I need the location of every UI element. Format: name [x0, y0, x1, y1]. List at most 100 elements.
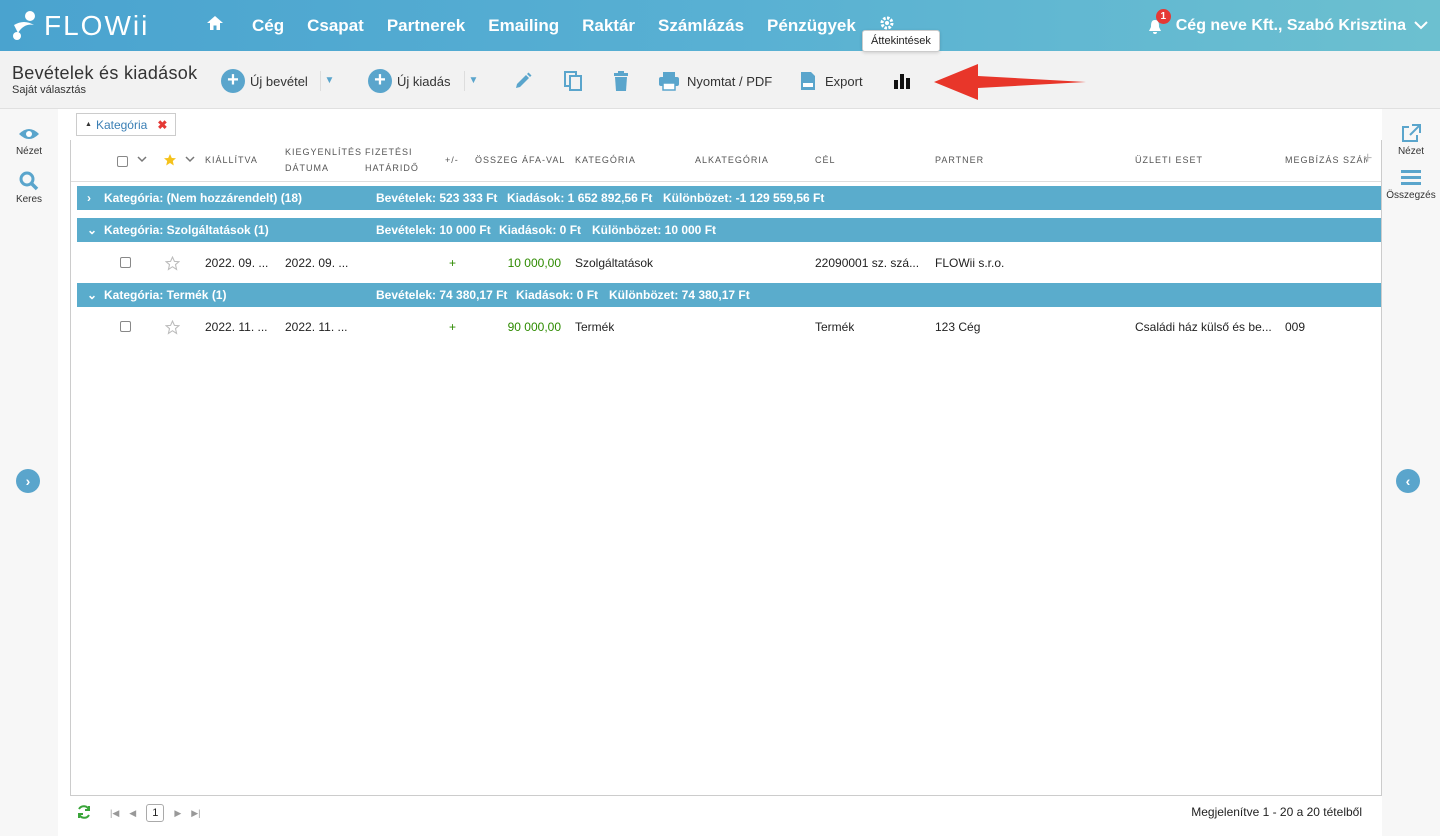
row-checkbox[interactable] — [120, 321, 131, 332]
col-settle-1[interactable]: Kiegyenlítés — [285, 145, 362, 160]
print-pdf-button[interactable]: Nyomtat / PDF — [658, 67, 772, 95]
cell-category: Szolgáltatások — [575, 256, 654, 270]
right-view-label: Nézet — [1397, 146, 1425, 157]
export-button[interactable]: Export — [800, 67, 863, 95]
chevron-down-icon[interactable] — [1414, 17, 1428, 35]
eye-icon — [19, 129, 39, 139]
nav-emailing[interactable]: Emailing — [488, 16, 559, 36]
records-summary: Megjelenítve 1 - 20 a 20 tételből — [1191, 805, 1362, 819]
cell-order: 009 — [1285, 320, 1306, 334]
external-link-icon — [1402, 124, 1421, 142]
table-row[interactable]: 2022. 09. ... 2022. 09. ... + 10 000,00 … — [71, 243, 1381, 283]
first-page-icon[interactable]: |◀ — [110, 808, 119, 819]
sort-asc-icon: ▲ — [85, 121, 92, 128]
delete-button[interactable] — [612, 67, 630, 95]
search-toggle[interactable]: Keres — [0, 171, 58, 205]
expand-right-icon[interactable]: ‹ — [1396, 469, 1420, 493]
cell-settle: 2022. 11. ... — [285, 320, 348, 334]
col-due-1[interactable]: Fizetési — [365, 145, 413, 160]
col-issued[interactable]: Kiállítva — [205, 153, 258, 168]
cell-goal: 22090001 sz. szá... — [815, 256, 919, 270]
table-row[interactable]: 2022. 11. ... 2022. 11. ... + 90 000,00 … — [71, 307, 1381, 347]
group-income: Bevételek: 74 380,17 Ft — [376, 288, 508, 302]
chevron-down-icon[interactable] — [185, 153, 195, 168]
new-income-label: Új bevétel — [250, 73, 308, 89]
edit-button[interactable] — [513, 67, 533, 95]
new-income-dropdown[interactable]: ▼ — [320, 71, 338, 91]
category-group-chip[interactable]: ▲ Kategória ✖ — [76, 113, 177, 136]
new-income-button[interactable]: + Új bevétel — [221, 67, 308, 95]
bar-chart-icon — [894, 74, 910, 89]
flowii-logo[interactable]: FLOWii — [12, 10, 149, 42]
nav-szamlazas[interactable]: Számlázás — [658, 16, 744, 36]
user-menu[interactable]: 1 Cég neve Kft., Szabó Krisztina — [1148, 0, 1428, 51]
last-page-icon[interactable]: ▶| — [191, 808, 200, 819]
group-title: Kategória: Szolgáltatások (1) — [104, 223, 269, 237]
cell-issued: 2022. 11. ... — [205, 320, 268, 334]
col-business-case[interactable]: Üzleti eset — [1135, 153, 1203, 168]
prev-page-icon[interactable]: ◀ — [129, 808, 136, 819]
group-diff: Különbözet: 10 000 Ft — [592, 223, 717, 237]
view-label: Nézet — [15, 146, 43, 157]
pencil-icon — [516, 72, 532, 88]
col-partner[interactable]: Partner — [935, 153, 984, 168]
col-order[interactable]: Megbízás szám — [1285, 153, 1367, 168]
col-amount[interactable]: Összeg áfa-val — [475, 153, 565, 168]
close-icon[interactable]: ✖ — [157, 118, 167, 132]
grid-header: Kiállítva Kiegyenlítés dátuma Fizetési h… — [71, 140, 1381, 182]
col-settle-2[interactable]: dátuma — [285, 161, 329, 176]
home-icon[interactable] — [206, 15, 224, 36]
printer-icon — [659, 72, 679, 91]
row-checkbox[interactable] — [120, 257, 131, 268]
view-toggle[interactable]: Nézet — [0, 127, 58, 157]
col-due-2[interactable]: határidő — [365, 161, 419, 176]
right-view-button[interactable]: Nézet — [1382, 123, 1440, 157]
col-category[interactable]: Kategória — [575, 153, 636, 168]
group-diff: Különbözet: 74 380,17 Ft — [609, 288, 750, 302]
refresh-icon[interactable] — [76, 804, 92, 823]
summary-button[interactable]: Összegzés — [1382, 169, 1440, 201]
group-expense: Kiadások: 1 652 892,56 Ft — [507, 191, 653, 205]
nav-csapat[interactable]: Csapat — [307, 16, 364, 36]
page-input[interactable]: 1 — [146, 804, 165, 822]
group-title: Kategória: Termék (1) — [104, 288, 227, 302]
search-icon — [19, 171, 39, 191]
toolbar: Bevételek és kiadások Saját választás + … — [0, 51, 1440, 109]
nav-penzugyek[interactable]: Pénzügyek — [767, 16, 856, 36]
list-icon — [1401, 170, 1421, 185]
copy-button[interactable] — [563, 67, 583, 95]
left-sidebar: Nézet Keres › — [0, 109, 58, 836]
chevron-right-icon: › — [87, 191, 91, 205]
nav-raktar[interactable]: Raktár — [582, 16, 635, 36]
new-expense-dropdown[interactable]: ▼ — [464, 71, 482, 91]
overviews-tooltip: Áttekintések — [862, 30, 940, 52]
group-income: Bevételek: 523 333 Ft — [376, 191, 498, 205]
star-outline-icon[interactable] — [165, 243, 180, 287]
cell-goal: Termék — [815, 320, 855, 334]
cell-amount: 90 000,00 — [507, 320, 561, 334]
col-subcategory[interactable]: Alkategória — [695, 153, 769, 168]
chevron-down-icon[interactable] — [137, 153, 147, 168]
user-label: Cég neve Kft., Szabó Krisztina — [1175, 16, 1406, 34]
nav-ceg[interactable]: Cég — [252, 16, 284, 36]
category-chip-label: Kategória — [95, 117, 148, 132]
bell-icon[interactable]: 1 — [1148, 8, 1171, 35]
star-outline-icon[interactable] — [165, 307, 180, 351]
group-row-product[interactable]: ⌄ Kategória: Termék (1) Bevételek: 74 38… — [77, 283, 1381, 307]
overviews-button[interactable] — [893, 67, 911, 95]
next-page-icon[interactable]: ▶ — [174, 808, 181, 819]
star-filled-icon[interactable] — [163, 153, 177, 172]
add-column-icon[interactable]: + — [1363, 151, 1373, 167]
group-row-services[interactable]: ⌄ Kategória: Szolgáltatások (1) Bevétele… — [77, 218, 1381, 242]
expand-left-icon[interactable]: › — [16, 469, 40, 493]
trash-icon — [614, 71, 628, 91]
col-sign[interactable]: +/- — [445, 153, 459, 168]
chevron-down-icon: ⌄ — [87, 223, 98, 237]
copy-icon — [564, 71, 582, 91]
col-goal[interactable]: Cél — [815, 153, 836, 168]
nav-partnerek[interactable]: Partnerek — [387, 16, 465, 36]
group-row-unassigned[interactable]: › Kategória: (Nem hozzárendelt) (18) Bev… — [77, 186, 1381, 210]
new-expense-button[interactable]: + Új kiadás — [368, 67, 450, 95]
notification-badge: 1 — [1155, 8, 1171, 24]
select-all-checkbox[interactable] — [117, 156, 128, 167]
